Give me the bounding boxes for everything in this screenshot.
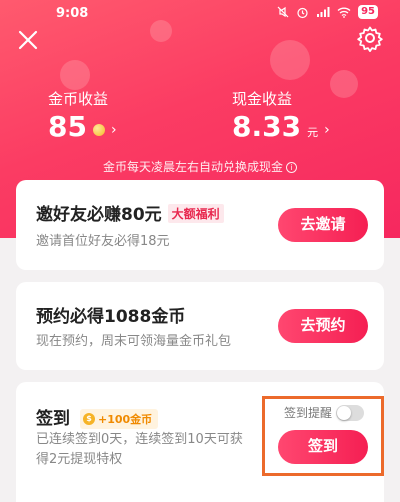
close-button[interactable] — [16, 28, 40, 52]
coin-reward-text: +100金币 — [98, 413, 153, 426]
exchange-note-text: 金币每天凌晨左右自动兑换成现金 — [102, 160, 283, 174]
checkin-button[interactable]: 签到 — [278, 430, 368, 464]
invite-title: 邀好友必赚80元 — [36, 205, 162, 225]
invite-title-row: 邀好友必赚80元 大额福利 — [36, 200, 224, 225]
mute-icon — [277, 6, 289, 18]
coin-icon — [92, 123, 105, 136]
coin-income-label: 金币收益 — [48, 90, 109, 108]
status-icons: 95 — [277, 5, 378, 19]
exchange-note: 金币每天凌晨左右自动兑换成现金 i — [0, 158, 400, 175]
bokeh-decoration — [270, 40, 310, 80]
invite-button[interactable]: 去邀请 — [278, 208, 368, 242]
invite-card: 邀好友必赚80元 大额福利 邀请首位好友必得18元 去邀请 — [16, 180, 384, 270]
toggle-knob — [337, 405, 351, 420]
status-bar: 9:08 95 — [0, 4, 400, 26]
cash-income-label: 现金收益 — [232, 90, 293, 108]
checkin-title-row: 签到 $ +100金币 — [36, 404, 159, 429]
checkin-title: 签到 — [36, 409, 70, 429]
checkin-card: 签到 $ +100金币 已连续签到0天，连续签到10天可获 得2元提现特权 签到提醒… — [16, 382, 384, 502]
coin-icon: $ — [83, 413, 95, 425]
cash-income-value: 8.33 — [232, 110, 302, 143]
reserve-button[interactable]: 去预约 — [278, 309, 368, 343]
checkin-desc-line: 已连续签到0天，连续签到10天可获 — [36, 432, 243, 447]
chevron-right-icon: › — [110, 121, 117, 138]
alarm-icon — [297, 7, 308, 18]
close-icon — [18, 30, 38, 50]
reminder-toggle[interactable] — [336, 404, 364, 421]
bokeh-decoration — [60, 60, 90, 90]
coin-income-value: 85 — [48, 110, 87, 143]
settings-button[interactable] — [356, 24, 384, 52]
reminder-label: 签到提醒 — [283, 406, 332, 420]
info-icon[interactable]: i — [286, 162, 297, 173]
reserve-desc: 现在预约，周末可领海量金币礼包 — [36, 334, 232, 349]
cash-unit: 元 — [307, 125, 319, 139]
bokeh-decoration — [330, 70, 358, 98]
invite-desc: 邀请首位好友必得18元 — [36, 234, 170, 249]
coin-reward-badge: $ +100金币 — [80, 409, 159, 429]
cash-income-value-row[interactable]: 8.33 元 › — [232, 110, 330, 143]
chevron-right-icon: › — [324, 121, 330, 138]
battery-indicator: 95 — [358, 5, 378, 19]
coin-income-value-row[interactable]: 85 › — [48, 110, 117, 143]
checkin-desc: 已连续签到0天，连续签到10天可获 得2元提现特权 — [36, 430, 243, 470]
wifi-icon — [337, 7, 351, 18]
bonus-tag: 大额福利 — [167, 204, 224, 223]
reserve-title: 预约必得1088金币 — [36, 307, 186, 327]
signal-icon — [317, 7, 330, 17]
checkin-reminder: 签到提醒 — [284, 404, 364, 421]
reserve-card: 预约必得1088金币 现在预约，周末可领海量金币礼包 去预约 — [16, 282, 384, 370]
checkin-desc-line: 得2元提现特权 — [36, 452, 123, 467]
gear-icon — [357, 26, 383, 52]
status-time: 9:08 — [56, 6, 89, 21]
